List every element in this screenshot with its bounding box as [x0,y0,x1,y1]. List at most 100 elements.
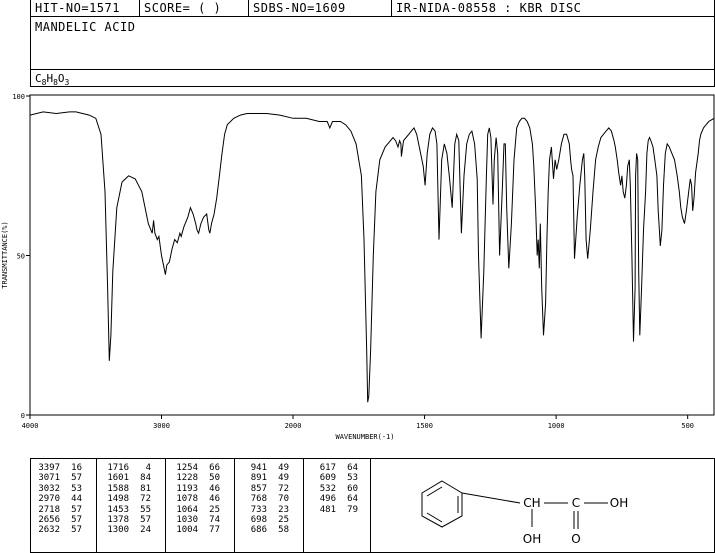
peak-row: 768 70 [241,494,289,504]
oh-label-right: OH [610,496,628,510]
peak-transmittance: 46 [209,483,220,494]
peak-wavenumber: 1193 [176,483,198,494]
peak-wavenumber: 891 [250,473,267,484]
peak-row: 1030 74 [172,515,220,525]
peak-row: 1378 57 [103,515,151,525]
plot-frame [29,94,715,416]
formula-box [30,69,715,87]
peak-wavenumber: 698 [250,515,267,526]
peak-wavenumber: 768 [250,494,267,505]
benzene-ring [421,480,463,528]
peak-transmittance: 57 [140,515,151,526]
peak-transmittance: 70 [278,494,289,505]
peak-wavenumber: 686 [250,525,267,536]
score-field: SCORE= ( ) [144,1,222,15]
peak-wavenumber: 857 [250,483,267,494]
peak-transmittance: 49 [278,473,289,484]
peak-col-divider [165,458,166,553]
peak-wavenumber: 3071 [38,473,60,484]
ch-label: CH [523,496,540,510]
peak-row: 2970 44 [34,494,82,504]
c-label: C [572,496,580,510]
y-tick-label: 0 [21,412,25,420]
peak-transmittance: 72 [140,494,151,505]
peak-row: 1004 77 [172,525,220,535]
peak-wavenumber: 1300 [107,525,129,536]
peak-row: 1254 66 [172,463,220,473]
peak-wavenumber: 532 [319,483,336,494]
peak-wavenumber: 481 [319,504,336,515]
o-label: O [571,532,580,546]
peak-wavenumber: 1078 [176,494,198,505]
x-tick-label: 1500 [416,422,433,430]
peak-transmittance: 50 [209,473,220,484]
peak-column: 1254 66 1228 50 1193 46 1078 46 1064 25 1030 74 1004… [172,463,220,536]
peak-transmittance: 46 [209,494,220,505]
peak-transmittance: 49 [278,463,289,473]
x-tick-label: 4000 [22,422,39,430]
spectrum-line [29,111,715,403]
peak-wavenumber: 1716 [107,463,129,473]
peak-transmittance: 58 [278,525,289,536]
peak-transmittance: 74 [209,515,220,526]
peak-transmittance: 16 [71,463,82,473]
peak-col-divider [303,458,304,553]
peak-transmittance: 24 [140,525,151,536]
peak-column: 617 64 609 53 532 60 496 64 481 79 [310,463,358,515]
peak-transmittance: 84 [140,473,151,484]
peak-wavenumber: 1030 [176,515,198,526]
peak-row: 1453 55 [103,505,151,515]
peak-transmittance: 57 [71,504,82,515]
x-tick-label: 1000 [548,422,565,430]
peak-transmittance: 60 [347,483,358,494]
peak-row: 1588 81 [103,484,151,494]
peak-row: 481 79 [310,505,358,515]
peak-row: 617 64 [310,463,358,473]
peak-wavenumber: 1004 [176,525,198,536]
ir-identifier: IR-NIDA-08558 : KBR DISC [396,1,582,15]
peak-wavenumber: 1588 [107,483,129,494]
peak-row: 2632 57 [34,525,82,535]
peak-transmittance: 4 [145,463,151,473]
peak-row: 1064 25 [172,505,220,515]
peak-wavenumber: 1254 [176,463,198,473]
peak-row: 1601 84 [103,473,151,483]
peak-transmittance: 79 [347,504,358,515]
peak-row: 2718 57 [34,505,82,515]
peak-wavenumber: 609 [319,473,336,484]
peak-column: 941 49 891 49 857 72 768 70 733 23 698 25 686 58 [241,463,289,536]
peak-wavenumber: 733 [250,504,267,515]
peak-row: 891 49 [241,473,289,483]
peak-row: 3032 53 [34,484,82,494]
x-tick-label: 500 [681,422,694,430]
peak-wavenumber: 1064 [176,504,198,515]
peak-transmittance: 57 [71,525,82,536]
peak-column: 3397 16 3071 57 3032 53 2970 44 2718 57 2656 57 2632… [34,463,82,536]
x-tick-label: 2000 [285,422,302,430]
peak-row: 2656 57 [34,515,82,525]
peak-transmittance: 77 [209,525,220,536]
peak-row: 3071 57 [34,473,82,483]
peak-transmittance: 64 [347,463,358,473]
peak-row: 686 58 [241,525,289,535]
peak-transmittance: 57 [71,515,82,526]
y-axis: 0 50 100 [12,93,30,420]
y-tick-label: 100 [12,93,25,101]
hit-number: HIT-NO=1571 [35,1,120,15]
peak-transmittance: 66 [209,463,220,473]
peak-row: 609 53 [310,473,358,483]
chemical-structure: CH C OH OH O [421,480,628,546]
peak-wavenumber: 2656 [38,515,60,526]
peak-transmittance: 72 [278,483,289,494]
peak-wavenumber: 617 [319,463,336,473]
peak-row: 532 60 [310,484,358,494]
peak-transmittance: 25 [209,504,220,515]
peak-wavenumber: 496 [319,494,336,505]
peak-row: 857 72 [241,484,289,494]
x-axis: 4000 3000 2000 1500 1000 500 [22,415,694,430]
peak-wavenumber: 3032 [38,483,60,494]
peak-transmittance: 55 [140,504,151,515]
peak-wavenumber: 2718 [38,504,60,515]
peak-wavenumber: 1453 [107,504,129,515]
molecular-formula: C8H8O3 [35,72,70,87]
